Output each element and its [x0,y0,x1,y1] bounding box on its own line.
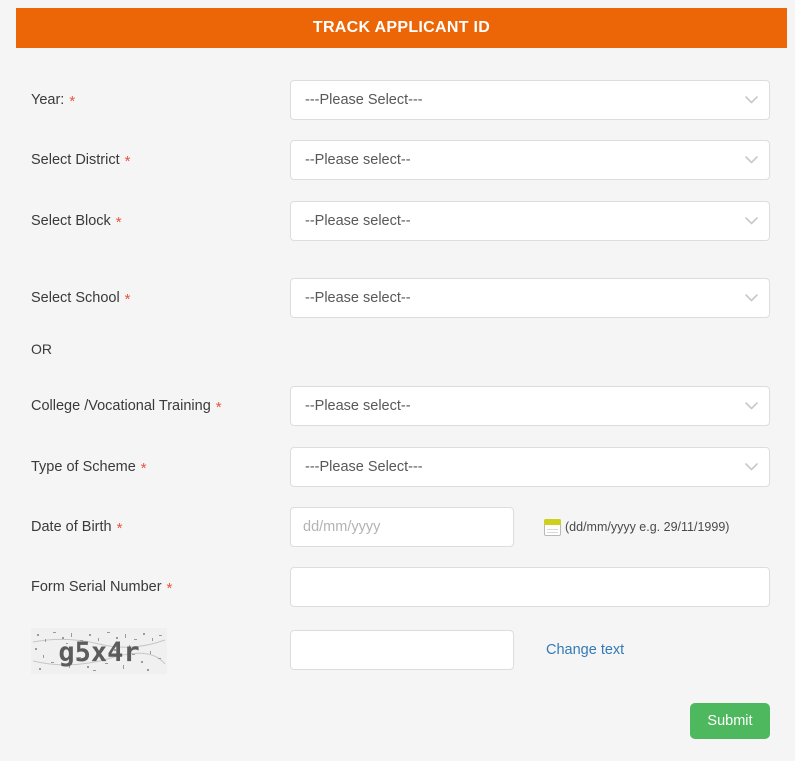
label-scheme: Type of Scheme * [31,447,147,487]
district-select[interactable]: --Please select-- [290,140,770,180]
year-control: ---Please Select--- [290,80,770,120]
scheme-control: ---Please Select--- [290,447,770,487]
district-control: --Please select-- [290,140,770,180]
captcha-input-control [290,630,514,670]
captcha-image: g5x4r [31,628,167,674]
college-select[interactable]: --Please select-- [290,386,770,426]
label-date-of-birth: Date of Birth * [31,507,122,547]
block-control: --Please select-- [290,201,770,241]
submit-button[interactable]: Submit [690,703,770,739]
label-block: Select Block * [31,201,122,241]
date-of-birth-hint-text: (dd/mm/yyyy e.g. 29/11/1999) [565,520,730,534]
required-asterisk-scheme: * [140,459,147,477]
label-year-text: Year: [31,92,65,108]
label-school-text: Select School [31,290,120,306]
label-school: Select School * [31,278,131,318]
change-captcha-text-link[interactable]: Change text [546,622,624,678]
block-select[interactable]: --Please select-- [290,201,770,241]
school-select[interactable]: --Please select-- [290,278,770,318]
form-row-captcha: g5x4r Change text [0,622,795,678]
submit-row: Submit [0,703,795,739]
required-asterisk-form-serial: * [166,579,173,597]
page-title: TRACK APPLICANT ID [312,19,491,36]
date-of-birth-control [290,507,514,547]
date-of-birth-hint: (dd/mm/yyyy e.g. 29/11/1999) [544,507,729,547]
college-control: --Please select-- [290,386,770,426]
form-row-block: Select Block * --Please select-- [0,201,795,241]
calendar-icon [544,518,561,536]
required-asterisk-dob: * [116,519,123,537]
label-date-of-birth-text: Date of Birth [31,519,112,535]
captcha-input[interactable] [290,630,514,670]
captcha-text: g5x4r [58,637,139,668]
date-of-birth-input[interactable] [290,507,514,547]
page-header-banner: TRACK APPLICANT ID [16,8,787,48]
required-asterisk-district: * [124,152,131,170]
form-row-college: College /Vocational Training * --Please … [0,386,795,426]
label-college-text: College /Vocational Training [31,398,211,414]
form-serial-number-input[interactable] [290,567,770,607]
required-asterisk-college: * [215,398,222,416]
label-year: Year: * [31,80,75,120]
or-divider-label: OR [31,341,52,357]
required-asterisk-year: * [69,92,76,110]
label-district: Select District * [31,140,130,180]
form-row-year: Year: * ---Please Select--- [0,80,795,120]
school-control: --Please select-- [290,278,770,318]
form-row-or-divider: OR [0,329,795,369]
label-district-text: Select District [31,152,120,168]
form-row-date-of-birth: Date of Birth * (dd/mm/yyyy e.g. 29/11/1… [0,507,795,547]
form-serial-number-control [290,567,770,607]
required-asterisk-block: * [115,213,122,231]
form-row-scheme: Type of Scheme * ---Please Select--- [0,447,795,487]
required-asterisk-school: * [124,290,131,308]
scheme-select[interactable]: ---Please Select--- [290,447,770,487]
track-applicant-id-page: TRACK APPLICANT ID Year: * ---Please Sel… [0,0,795,761]
form-row-school: Select School * --Please select-- [0,278,795,318]
label-college: College /Vocational Training * [31,386,222,426]
label-block-text: Select Block [31,213,111,229]
label-form-serial-number: Form Serial Number * [31,567,172,607]
form-row-district: Select District * --Please select-- [0,140,795,180]
label-scheme-text: Type of Scheme [31,459,136,475]
year-select[interactable]: ---Please Select--- [290,80,770,120]
label-form-serial-number-text: Form Serial Number [31,579,162,595]
form-row-form-serial-number: Form Serial Number * [0,567,795,607]
